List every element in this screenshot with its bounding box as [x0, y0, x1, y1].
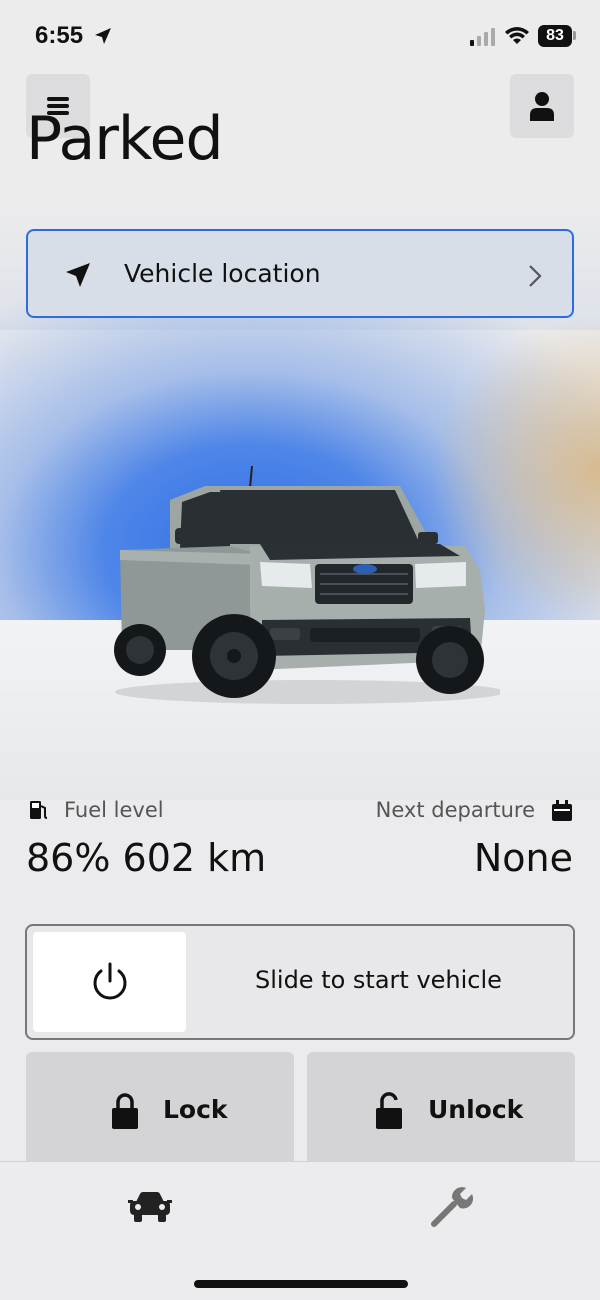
car-icon[interactable] [128, 1190, 172, 1224]
vehicle-image [114, 465, 500, 704]
status-bar: 6:55 83 [0, 0, 600, 70]
tab-bar [0, 1161, 600, 1300]
wifi-icon [505, 27, 529, 44]
fuel-level-label: Fuel level [64, 798, 164, 822]
lock-icon [112, 1093, 138, 1129]
page-title: Parked [26, 104, 224, 174]
profile-button[interactable] [510, 74, 574, 138]
calendar-icon [552, 800, 572, 821]
unlock-icon [376, 1092, 402, 1129]
next-departure-value: None [473, 836, 573, 880]
battery-indicator: 83 [538, 25, 572, 47]
fuel-level-value: 86% 602 km [26, 836, 267, 880]
home-indicator [194, 1280, 408, 1288]
person-icon [530, 92, 554, 121]
navigation-arrow-icon [66, 263, 90, 287]
wrench-icon[interactable] [428, 1184, 474, 1230]
location-arrow-icon [95, 28, 111, 44]
fuel-pump-icon [30, 801, 48, 819]
vehicle-location-label: Vehicle location [124, 259, 321, 288]
slider-label: Slide to start vehicle [255, 966, 502, 994]
chevron-right-icon [529, 265, 542, 287]
cellular-signal-icon [470, 28, 495, 46]
battery-tip [573, 31, 576, 40]
next-departure-label: Next departure [375, 798, 535, 822]
status-time: 6:55 [35, 22, 84, 49]
start-vehicle-slider[interactable]: Slide to start vehicle [25, 924, 575, 1040]
lock-button[interactable]: Lock [26, 1052, 294, 1172]
lock-label: Lock [163, 1095, 228, 1124]
slider-handle[interactable] [33, 932, 186, 1032]
unlock-label: Unlock [428, 1095, 524, 1124]
power-icon [93, 962, 126, 1000]
unlock-button[interactable]: Unlock [307, 1052, 575, 1172]
vehicle-location-button[interactable]: Vehicle location [26, 229, 574, 318]
